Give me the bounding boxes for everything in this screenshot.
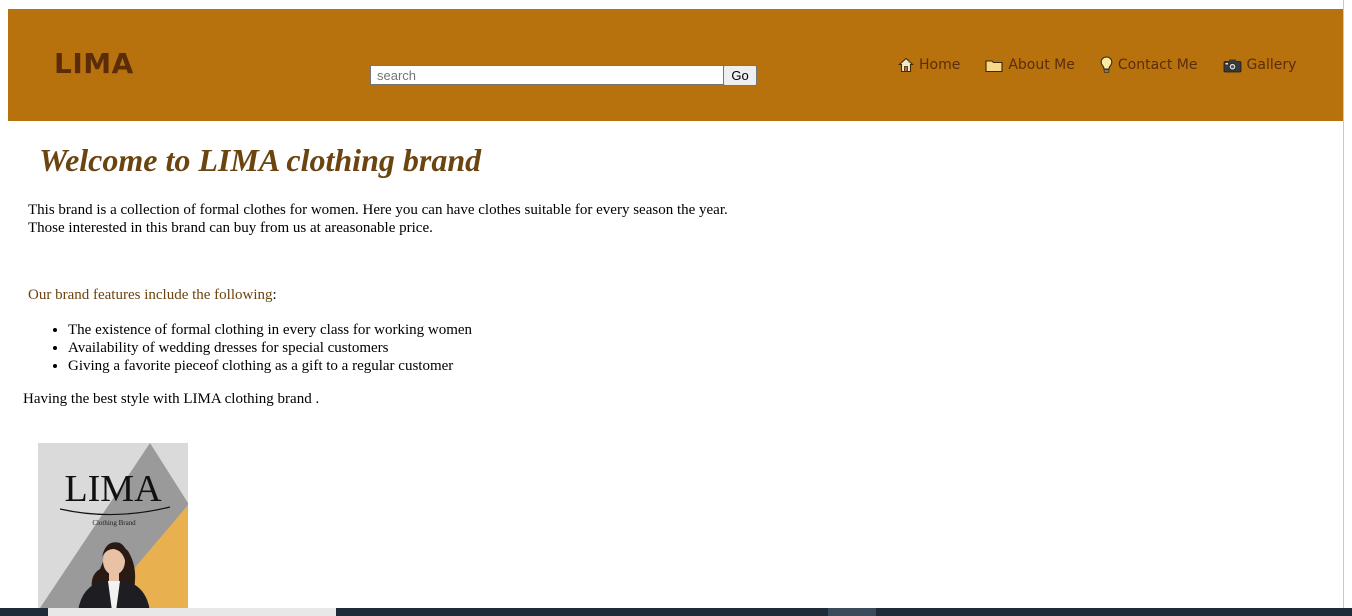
nav-gallery-label: Gallery xyxy=(1246,57,1297,73)
features-heading-text: Our brand features include the following xyxy=(28,287,273,303)
features-heading-colon: : xyxy=(272,287,277,303)
nav-about-me-label: About Me xyxy=(1008,57,1075,73)
nav-gallery[interactable]: Gallery xyxy=(1223,57,1297,73)
nav-about-me[interactable]: About Me xyxy=(985,57,1075,73)
taskbar xyxy=(0,608,1352,616)
search-go-button[interactable]: Go xyxy=(723,65,757,86)
intro-paragraph: This brand is a collection of formal clo… xyxy=(28,201,728,237)
list-item: The existence of formal clothing in ever… xyxy=(68,321,472,339)
camera-icon xyxy=(1223,59,1241,72)
nav-contact-me[interactable]: Contact Me xyxy=(1100,56,1198,74)
home-icon xyxy=(898,57,914,73)
brand-poster-graphic: LIMA Clothing Brand xyxy=(38,443,188,611)
lightbulb-icon xyxy=(1100,56,1113,73)
window-top-edge xyxy=(0,0,1352,8)
site-logo[interactable]: LIMA xyxy=(54,47,134,80)
main-nav: Home About Me Contact Me Gallery xyxy=(898,55,1321,75)
nav-home-label: Home xyxy=(919,57,961,73)
brand-poster-image: LIMA Clothing Brand xyxy=(38,443,188,611)
closing-text: Having the best style with LIMA clothing… xyxy=(23,391,320,407)
scrollbar-track[interactable] xyxy=(1343,0,1352,616)
features-heading: Our brand features include the following… xyxy=(28,287,277,304)
intro-line-2: Those interested in this brand can buy f… xyxy=(28,220,433,236)
taskbar-app-button[interactable] xyxy=(828,608,876,616)
poster-subtitle: Clothing Brand xyxy=(92,519,136,527)
site-header: LIMA Go Home About Me Contact Me xyxy=(8,9,1343,121)
intro-line-1: This brand is a collection of formal clo… xyxy=(28,202,728,218)
poster-logo-text: LIMA xyxy=(64,468,162,510)
nav-contact-me-label: Contact Me xyxy=(1117,57,1198,73)
folder-icon xyxy=(985,59,1003,72)
nav-home[interactable]: Home xyxy=(898,57,960,73)
taskbar-window-button[interactable] xyxy=(48,608,336,616)
list-item: Giving a favorite pieceof clothing as a … xyxy=(68,357,472,375)
page-title: Welcome to LIMA clothing brand xyxy=(39,142,482,178)
search-input[interactable] xyxy=(370,65,730,85)
features-list: The existence of formal clothing in ever… xyxy=(28,321,472,375)
list-item: Availability of wedding dresses for spec… xyxy=(68,339,472,357)
